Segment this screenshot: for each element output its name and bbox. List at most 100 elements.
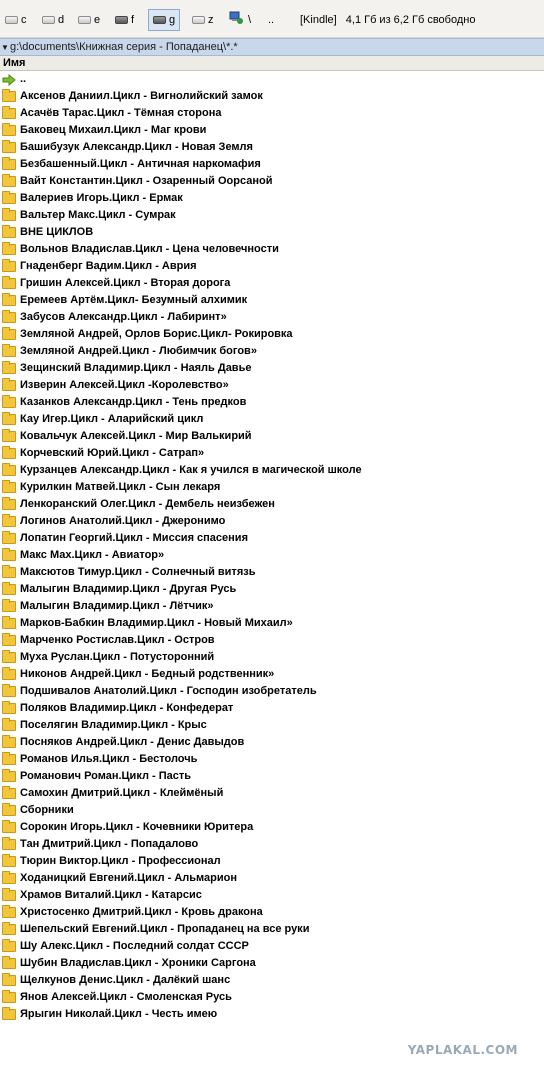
list-item[interactable]: Забусов Александр.Цикл - Лабиринт» — [0, 309, 544, 326]
list-item[interactable]: Христосенко Дмитрий.Цикл - Кровь дракона — [0, 904, 544, 921]
list-item[interactable]: Башибузук Александр.Цикл - Новая Земля — [0, 139, 544, 156]
list-item-label: .. — [20, 73, 27, 85]
drive-button-g[interactable]: g — [148, 9, 181, 31]
list-item-label: Романов Илья.Цикл - Бестолочь — [20, 753, 198, 765]
list-item-label: Ковальчук Алексей.Цикл - Мир Валькирий — [20, 430, 252, 442]
list-item[interactable]: Земляной Андрей.Цикл - Любимчик богов» — [0, 343, 544, 360]
list-item[interactable]: Самохин Дмитрий.Цикл - Клеймёный — [0, 785, 544, 802]
list-item[interactable]: Ковальчук Алексей.Цикл - Мир Валькирий — [0, 428, 544, 445]
root-dir-button[interactable]: \ — [248, 11, 251, 29]
list-item[interactable]: Шепельский Евгений.Цикл - Пропаданец на … — [0, 921, 544, 938]
column-header-name[interactable]: Имя — [0, 56, 544, 71]
network-icon[interactable] — [229, 11, 243, 25]
folder-icon — [2, 752, 16, 765]
list-item[interactable]: Тюрин Виктор.Цикл - Профессионал — [0, 853, 544, 870]
list-item[interactable]: Вольнов Владислав.Цикл - Цена человечнос… — [0, 241, 544, 258]
list-item[interactable]: Марков-Бабкин Владимир.Цикл - Новый Миха… — [0, 615, 544, 632]
list-item[interactable]: Курзанцев Александр.Цикл - Как я учился … — [0, 462, 544, 479]
drive-icon — [42, 16, 55, 24]
list-item[interactable]: Ярыгин Николай.Цикл - Честь имею — [0, 1006, 544, 1023]
list-item-label: Безбашенный.Цикл - Античная наркомафия — [20, 158, 261, 170]
list-item[interactable]: Храмов Виталий.Цикл - Катарсис — [0, 887, 544, 904]
list-item[interactable]: Поселягин Владимир.Цикл - Крыс — [0, 717, 544, 734]
list-item[interactable]: Логинов Анатолий.Цикл - Джеронимо — [0, 513, 544, 530]
folder-icon — [2, 463, 16, 476]
path-bar[interactable]: ▼g:\documents\Книжная серия - Попаданец\… — [0, 38, 544, 56]
folder-icon — [2, 191, 16, 204]
free-space-text: 4,1 Гб из 6,2 Гб свободно — [345, 14, 476, 26]
list-item[interactable]: Аксенов Даниил.Цикл - Вигнолийский замок — [0, 88, 544, 105]
list-item-label: Курилкин Матвей.Цикл - Сын лекаря — [20, 481, 221, 493]
list-item-label: Валериев Игорь.Цикл - Ермак — [20, 192, 183, 204]
list-item[interactable]: ВНЕ ЦИКЛОВ — [0, 224, 544, 241]
list-item-label: Изверин Алексей.Цикл -Королевство» — [20, 379, 229, 391]
list-item[interactable]: Вальтер Макс.Цикл - Сумрак — [0, 207, 544, 224]
list-item-up[interactable]: .. — [0, 71, 544, 88]
list-item[interactable]: Подшивалов Анатолий.Цикл - Господин изоб… — [0, 683, 544, 700]
list-item[interactable]: Сборники — [0, 802, 544, 819]
list-item[interactable]: Казанков Александр.Цикл - Тень предков — [0, 394, 544, 411]
list-item-label: Янов Алексей.Цикл - Смоленская Русь — [20, 991, 232, 1003]
list-item[interactable]: Посняков Андрей.Цикл - Денис Давыдов — [0, 734, 544, 751]
folder-icon — [2, 888, 16, 901]
list-item-label: Ленкоранский Олег.Цикл - Дембель неизбеж… — [20, 498, 275, 510]
list-item[interactable]: Щелкунов Денис.Цикл - Далёкий шанс — [0, 972, 544, 989]
list-item[interactable]: Никонов Андрей.Цикл - Бедный родственник… — [0, 666, 544, 683]
list-item[interactable]: Шубин Владислав.Цикл - Хроники Саргона — [0, 955, 544, 972]
list-item[interactable]: Тан Дмитрий.Цикл - Попадалово — [0, 836, 544, 853]
list-item-label: Малыгин Владимир.Цикл - Лётчик» — [20, 600, 214, 612]
list-item[interactable]: Шу Алекс.Цикл - Последний солдат СССР — [0, 938, 544, 955]
folder-icon — [2, 310, 16, 323]
drive-button-z[interactable]: z — [192, 11, 214, 29]
list-item[interactable]: Малыгин Владимир.Цикл - Другая Русь — [0, 581, 544, 598]
list-item[interactable]: Максютов Тимур.Цикл - Солнечный витязь — [0, 564, 544, 581]
list-item[interactable]: Сорокин Игорь.Цикл - Кочевники Юритера — [0, 819, 544, 836]
list-item-label: Курзанцев Александр.Цикл - Как я учился … — [20, 464, 362, 476]
list-item[interactable]: Валериев Игорь.Цикл - Ермак — [0, 190, 544, 207]
list-item[interactable]: Вайт Константин.Цикл - Озаренный Оорсано… — [0, 173, 544, 190]
list-item[interactable]: Курилкин Матвей.Цикл - Сын лекаря — [0, 479, 544, 496]
drive-button-e[interactable]: e — [78, 11, 100, 29]
list-item[interactable]: Макс Мах.Цикл - Авиатор» — [0, 547, 544, 564]
list-item-label: Поселягин Владимир.Цикл - Крыс — [20, 719, 207, 731]
list-item[interactable]: Малыгин Владимир.Цикл - Лётчик» — [0, 598, 544, 615]
parent-dir-button[interactable]: .. — [268, 11, 274, 29]
folder-icon — [2, 276, 16, 289]
drive-icon — [78, 16, 91, 24]
list-item-label: Малыгин Владимир.Цикл - Другая Русь — [20, 583, 237, 595]
list-item[interactable]: Романов Илья.Цикл - Бестолочь — [0, 751, 544, 768]
list-item[interactable]: Поляков Владимир.Цикл - Конфедерат — [0, 700, 544, 717]
list-item[interactable]: Баковец Михаил.Цикл - Маг крови — [0, 122, 544, 139]
folder-icon — [2, 361, 16, 374]
chevron-down-icon[interactable]: ▼ — [0, 40, 10, 56]
list-item[interactable]: Асачёв Тарас.Цикл - Тёмная сторона — [0, 105, 544, 122]
drive-button-c[interactable]: c — [5, 11, 27, 29]
list-item-label: Гнаденберг Вадим.Цикл - Аврия — [20, 260, 197, 272]
list-item-label: Марков-Бабкин Владимир.Цикл - Новый Миха… — [20, 617, 293, 629]
list-item[interactable]: Ленкоранский Олег.Цикл - Дембель неизбеж… — [0, 496, 544, 513]
list-item-label: Асачёв Тарас.Цикл - Тёмная сторона — [20, 107, 222, 119]
list-item[interactable]: Земляной Андрей, Орлов Борис.Цикл- Рокир… — [0, 326, 544, 343]
drive-button-f[interactable]: f — [115, 11, 134, 29]
folder-icon — [2, 412, 16, 425]
list-item-label: Максютов Тимур.Цикл - Солнечный витязь — [20, 566, 256, 578]
list-item[interactable]: Янов Алексей.Цикл - Смоленская Русь — [0, 989, 544, 1006]
list-item[interactable]: Гришин Алексей.Цикл - Вторая дорога — [0, 275, 544, 292]
list-item[interactable]: Еремеев Артём.Цикл- Безумный алхимик — [0, 292, 544, 309]
list-item-label: Лопатин Георгий.Цикл - Миссия спасения — [20, 532, 248, 544]
list-item[interactable]: Кау Игер.Цикл - Аларийский цикл — [0, 411, 544, 428]
list-item[interactable]: Безбашенный.Цикл - Античная наркомафия — [0, 156, 544, 173]
list-item[interactable]: Ходаницкий Евгений.Цикл - Альмарион — [0, 870, 544, 887]
list-item-label: Самохин Дмитрий.Цикл - Клеймёный — [20, 787, 224, 799]
list-item[interactable]: Изверин Алексей.Цикл -Королевство» — [0, 377, 544, 394]
list-item[interactable]: Романович Роман.Цикл - Пасть — [0, 768, 544, 785]
list-item[interactable]: Корчевский Юрий.Цикл - Сатрап» — [0, 445, 544, 462]
list-item[interactable]: Гнаденберг Вадим.Цикл - Аврия — [0, 258, 544, 275]
drive-button-d[interactable]: d — [42, 11, 64, 29]
list-item[interactable]: Зещинский Владимир.Цикл - Наяль Давье — [0, 360, 544, 377]
list-item-label: Ходаницкий Евгений.Цикл - Альмарион — [20, 872, 237, 884]
list-item[interactable]: Марченко Ростислав.Цикл - Остров — [0, 632, 544, 649]
list-item[interactable]: Муха Руслан.Цикл - Потусторонний — [0, 649, 544, 666]
list-item[interactable]: Лопатин Георгий.Цикл - Миссия спасения — [0, 530, 544, 547]
folder-icon — [2, 990, 16, 1003]
